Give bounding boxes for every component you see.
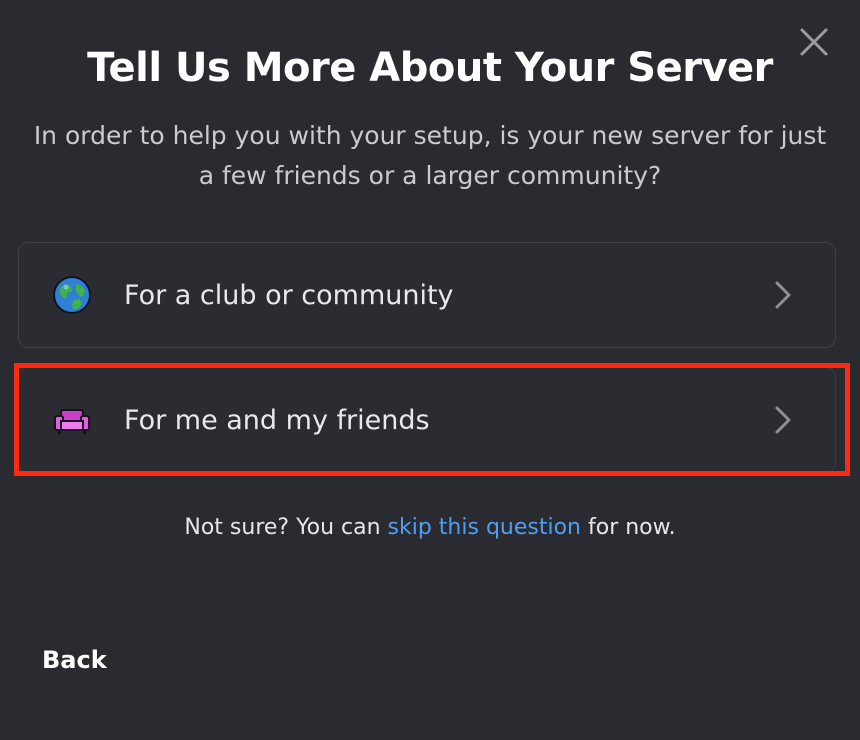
dialog-title: Tell Us More About Your Server bbox=[87, 45, 773, 91]
option-me-and-friends[interactable]: For me and my friends bbox=[18, 367, 836, 473]
skip-question-link[interactable]: skip this question bbox=[388, 515, 581, 540]
couch-icon bbox=[54, 409, 90, 434]
dialog-subtitle: In order to help you with your setup, is… bbox=[33, 121, 827, 190]
server-setup-modal: Tell Us More About Your Server In order … bbox=[0, 0, 860, 740]
skip-prompt: Not sure? You can skip this question for… bbox=[0, 510, 860, 546]
option-club-community[interactable]: For a club or community bbox=[18, 242, 836, 348]
skip-prefix: Not sure? You can bbox=[184, 515, 388, 540]
option-label: For me and my friends bbox=[124, 404, 430, 436]
chevron-right-icon bbox=[775, 281, 791, 309]
skip-suffix: for now. bbox=[581, 515, 676, 540]
chevron-right-icon bbox=[775, 406, 791, 434]
option-label: For a club or community bbox=[124, 279, 454, 311]
globe-icon bbox=[53, 276, 91, 314]
back-button[interactable]: Back bbox=[42, 646, 107, 674]
